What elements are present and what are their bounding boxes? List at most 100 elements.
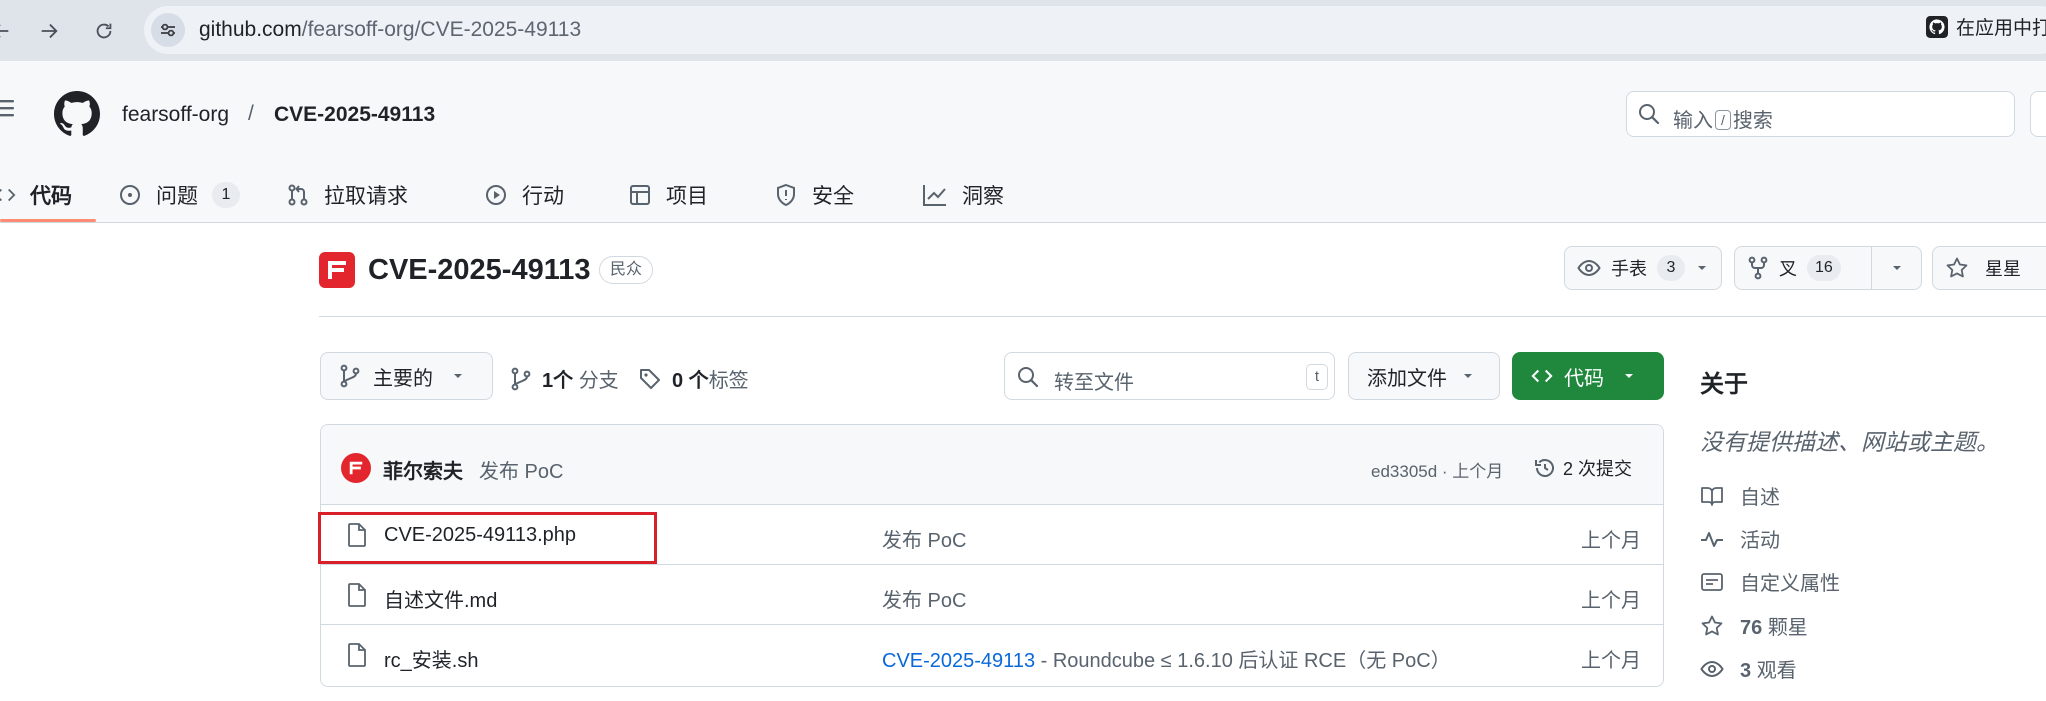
header-action-button[interactable] — [2030, 91, 2046, 137]
repo-title[interactable]: CVE-2025-49113 — [368, 254, 591, 287]
file-date: 上个月 — [1581, 530, 1641, 552]
watch-button[interactable]: 手表 3 — [1564, 246, 1722, 290]
tab-security[interactable]: 安全 — [774, 167, 854, 223]
url-host: github.com — [199, 18, 302, 41]
tab-pull-requests[interactable]: 拉取请求 — [286, 167, 408, 223]
branch-selector[interactable]: 主要的 — [320, 352, 493, 400]
file-row[interactable]: rc_安装.sh CVE-2025-49113 - Roundcube ≤ 1.… — [321, 625, 1663, 685]
about-description: 没有提供描述、网站或主题。 — [1700, 429, 1999, 455]
fork-dropdown[interactable] — [1871, 247, 1921, 289]
goto-file-input[interactable]: 转至文件 t — [1004, 352, 1335, 400]
search-icon — [1016, 365, 1040, 389]
github-app-icon — [1926, 15, 1948, 38]
site-info-icon[interactable] — [151, 13, 185, 47]
commit-hash-date[interactable]: ed3305d · 上个月 — [1371, 457, 1503, 482]
tab-issues-label: 问题 — [156, 185, 198, 208]
about-stars-count: 76 — [1740, 617, 1763, 639]
about-readme-link[interactable]: 自述 — [1700, 481, 1780, 510]
url-path: /fearsoff-org/CVE-2025-49113 — [301, 18, 582, 41]
reload-icon[interactable] — [85, 12, 123, 50]
file-commit-text: - Roundcube ≤ 1.6.10 后认证 RCE（无 PoC） — [1035, 650, 1451, 672]
open-in-app-label: 在应用中打 — [1956, 18, 2046, 39]
about-watchers-label: 观看 — [1756, 660, 1797, 682]
about-activity-label: 活动 — [1740, 530, 1780, 552]
tab-security-label: 安全 — [812, 185, 854, 208]
repo-owner-avatar[interactable] — [319, 252, 355, 288]
play-icon — [484, 183, 508, 207]
about-stars-link[interactable]: 76 颗星 — [1700, 611, 1808, 640]
tags-link[interactable]: 0 个标签 — [638, 364, 749, 393]
address-bar[interactable]: github.com/fearsoff-org/CVE-2025-49113 — [144, 6, 2046, 54]
github-header: fearsoff-org / CVE-2025-49113 输入 / 搜索 代码 问… — [0, 61, 2046, 223]
branch-icon — [510, 367, 532, 391]
watch-count: 3 — [1657, 255, 1685, 281]
open-in-app-button[interactable]: 在应用中打 — [1926, 13, 2046, 40]
tab-actions[interactable]: 行动 — [484, 167, 564, 223]
file-commit-message[interactable]: 发布 PoC — [882, 584, 966, 613]
search-input[interactable]: 输入 / 搜索 — [1626, 91, 2015, 137]
commit-message[interactable]: 发布 PoC — [479, 455, 563, 484]
github-logo-icon[interactable] — [54, 91, 100, 137]
breadcrumb-owner[interactable]: fearsoff-org — [122, 103, 229, 127]
tab-issues[interactable]: 问题 1 — [118, 167, 240, 223]
highlight-annotation — [318, 512, 657, 564]
about-custom-properties-link[interactable]: 自定义属性 — [1700, 567, 1840, 596]
commit-author-avatar[interactable] — [341, 453, 371, 483]
file-name[interactable]: rc_安装.sh — [384, 644, 478, 673]
tab-projects[interactable]: 项目 — [628, 167, 708, 223]
star-segment[interactable]: 星星 — [1933, 247, 2033, 289]
commit-author[interactable]: 菲尔索夫 — [383, 455, 463, 484]
search-shortcut-key: / — [1715, 110, 1731, 130]
pull-request-icon — [286, 183, 310, 207]
url-text: github.com/fearsoff-org/CVE-2025-49113 — [199, 18, 581, 42]
tab-insights[interactable]: 洞察 — [922, 167, 1004, 223]
file-commit-message[interactable]: 发布 PoC — [882, 524, 966, 553]
file-commit-link[interactable]: CVE-2025-49113 — [882, 650, 1035, 672]
hamburger-menu-icon[interactable] — [0, 92, 24, 124]
forward-arrow-icon[interactable] — [30, 12, 68, 50]
star-icon — [1700, 614, 1724, 638]
about-activity-link[interactable]: 活动 — [1700, 524, 1780, 553]
file-name[interactable]: 自述文件.md — [384, 584, 497, 613]
commit-count-label: 2 次提交 — [1563, 459, 1633, 479]
star-icon — [1945, 256, 1969, 280]
file-date: 上个月 — [1581, 590, 1641, 612]
commit-history-link[interactable]: 2 次提交 — [1533, 455, 1632, 481]
tags-label: 标签 — [708, 370, 749, 392]
add-file-button[interactable]: 添加文件 — [1348, 352, 1500, 400]
search-prefix: 输入 — [1673, 110, 1713, 132]
star-button[interactable]: 星星 — [1932, 246, 2046, 290]
branches-link[interactable]: 1个 分支 — [510, 364, 619, 393]
caret-down-icon — [1890, 261, 1904, 275]
shield-icon — [774, 183, 798, 207]
fork-count: 16 — [1807, 255, 1841, 281]
code-button[interactable]: 代码 — [1512, 352, 1664, 400]
about-watchers-link[interactable]: 3 观看 — [1700, 654, 1797, 683]
search-suffix: 搜索 — [1732, 110, 1773, 132]
star-label: 星星 — [1985, 259, 2021, 279]
file-row[interactable]: 自述文件.md 发布 PoC 上个月 — [321, 565, 1663, 625]
breadcrumb-separator: / — [248, 102, 254, 125]
file-commit-text: 发布 PoC — [882, 530, 967, 552]
caret-down-icon — [451, 369, 465, 383]
repo-title-divider — [319, 316, 2046, 317]
fork-segment[interactable]: 叉 16 — [1735, 247, 1871, 289]
eye-icon — [1700, 657, 1724, 681]
back-arrow-icon[interactable] — [0, 12, 20, 50]
file-commit-text: 发布 PoC — [882, 590, 967, 612]
code-icon — [1530, 365, 1554, 387]
visibility-label: 民众 — [599, 256, 654, 284]
about-readme-label: 自述 — [1740, 487, 1780, 509]
file-commit-message[interactable]: CVE-2025-49113 - Roundcube ≤ 1.6.10 后认证 … — [882, 644, 1451, 673]
code-icon — [0, 184, 16, 206]
breadcrumb-repo[interactable]: CVE-2025-49113 — [274, 103, 435, 127]
about-heading: 关于 — [1700, 371, 1748, 398]
tab-code[interactable]: 代码 — [0, 167, 72, 223]
watch-segment[interactable]: 手表 3 — [1565, 247, 1721, 289]
browser-toolbar: github.com/fearsoff-org/CVE-2025-49113 在… — [0, 0, 2046, 61]
history-icon — [1533, 456, 1557, 480]
fork-button[interactable]: 叉 16 — [1734, 246, 1922, 290]
tab-insights-label: 洞察 — [962, 185, 1004, 208]
book-icon — [1700, 484, 1724, 508]
tab-projects-label: 项目 — [666, 185, 708, 208]
